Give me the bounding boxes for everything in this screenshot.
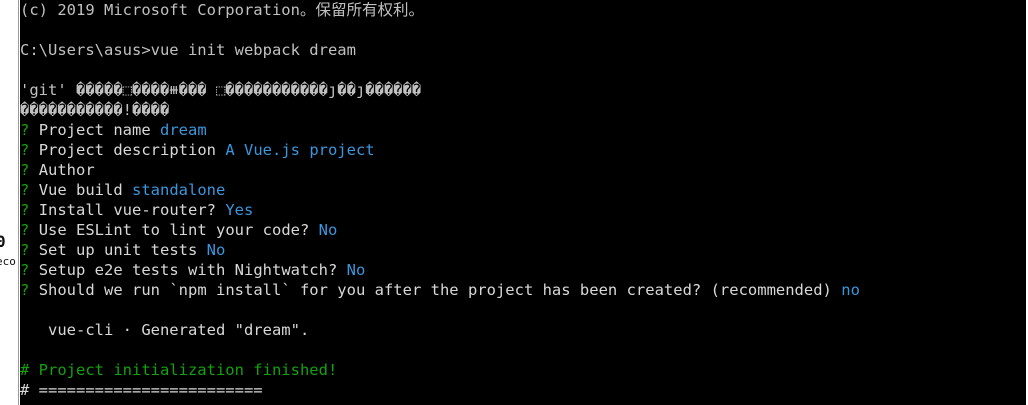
prompt-label: Project description	[38, 141, 226, 159]
prompt-line: ? Author	[20, 160, 1026, 180]
prompt-line: ? Project name dream	[20, 120, 1026, 140]
question-mark: ?	[20, 261, 30, 279]
prompt-label: Should we run `npm install` for you afte…	[38, 281, 842, 299]
question-mark: ?	[20, 281, 30, 299]
question-mark: ?	[20, 221, 30, 239]
background-text-fragment: 0	[0, 232, 6, 251]
background-window-edge: 0 eco	[0, 0, 18, 405]
background-text-fragment: eco	[0, 255, 16, 268]
prompt-answer: no	[841, 281, 860, 299]
prompt-label: Author	[38, 161, 95, 179]
copyright-line: (c) 2019 Microsoft Corporation。保留所有权利。	[20, 1, 424, 19]
prompt-answer: No	[346, 261, 366, 279]
prompt-line: ? Setup e2e tests with Nightwatch? No	[20, 260, 1026, 280]
question-mark: ?	[20, 241, 30, 259]
prompt-answer: Yes	[225, 201, 254, 219]
garbled-error-line: �����������!����	[20, 101, 170, 119]
prompt-answer: standalone	[132, 181, 226, 199]
prompt-answer: A Vue.js project	[225, 141, 375, 159]
prompt-label: Project name	[38, 121, 161, 139]
divider-line: # ========================	[20, 381, 263, 399]
command-prompt-window[interactable]: (c) 2019 Microsoft Corporation。保留所有权利。 C…	[20, 0, 1026, 405]
prompt-label: Vue build	[38, 181, 133, 199]
prompt-line: ? Project description A Vue.js project	[20, 140, 1026, 160]
prompt-answer: dream	[160, 121, 207, 139]
command-line: C:\Users\asus>vue init webpack dream	[20, 41, 356, 59]
prompt-line: ? Should we run `npm install` for you af…	[20, 280, 1026, 300]
prompt-label: Set up unit tests	[38, 241, 207, 259]
question-mark: ?	[20, 141, 30, 159]
generated-message: vue-cli · Generated "dream".	[20, 321, 310, 339]
prompt-label: Use ESLint to lint your code?	[38, 221, 319, 239]
question-mark: ?	[20, 181, 30, 199]
prompt-line: ? Vue build standalone	[20, 180, 1026, 200]
prompt-label: Install vue-router?	[38, 201, 226, 219]
window-border	[18, 0, 19, 405]
prompt-line: ? Use ESLint to lint your code? No	[20, 220, 1026, 240]
prompt-answer: No	[206, 241, 226, 259]
prompt-label: Setup e2e tests with Nightwatch?	[38, 261, 347, 279]
prompt-line: ? Install vue-router? Yes	[20, 200, 1026, 220]
question-mark: ?	[20, 161, 30, 179]
question-mark: ?	[20, 201, 30, 219]
question-mark: ?	[20, 121, 30, 139]
finished-message: # Project initialization finished!	[20, 361, 338, 379]
garbled-error-line: 'git' �����⬚����⧻��� ⬚�����������ȷ��ȷ���…	[20, 81, 422, 99]
screenshot: 0 eco (c) 2019 Microsoft Corporation。保留所…	[0, 0, 1028, 405]
prompt-line: ? Set up unit tests No	[20, 240, 1026, 260]
prompt-answer: No	[318, 221, 338, 239]
